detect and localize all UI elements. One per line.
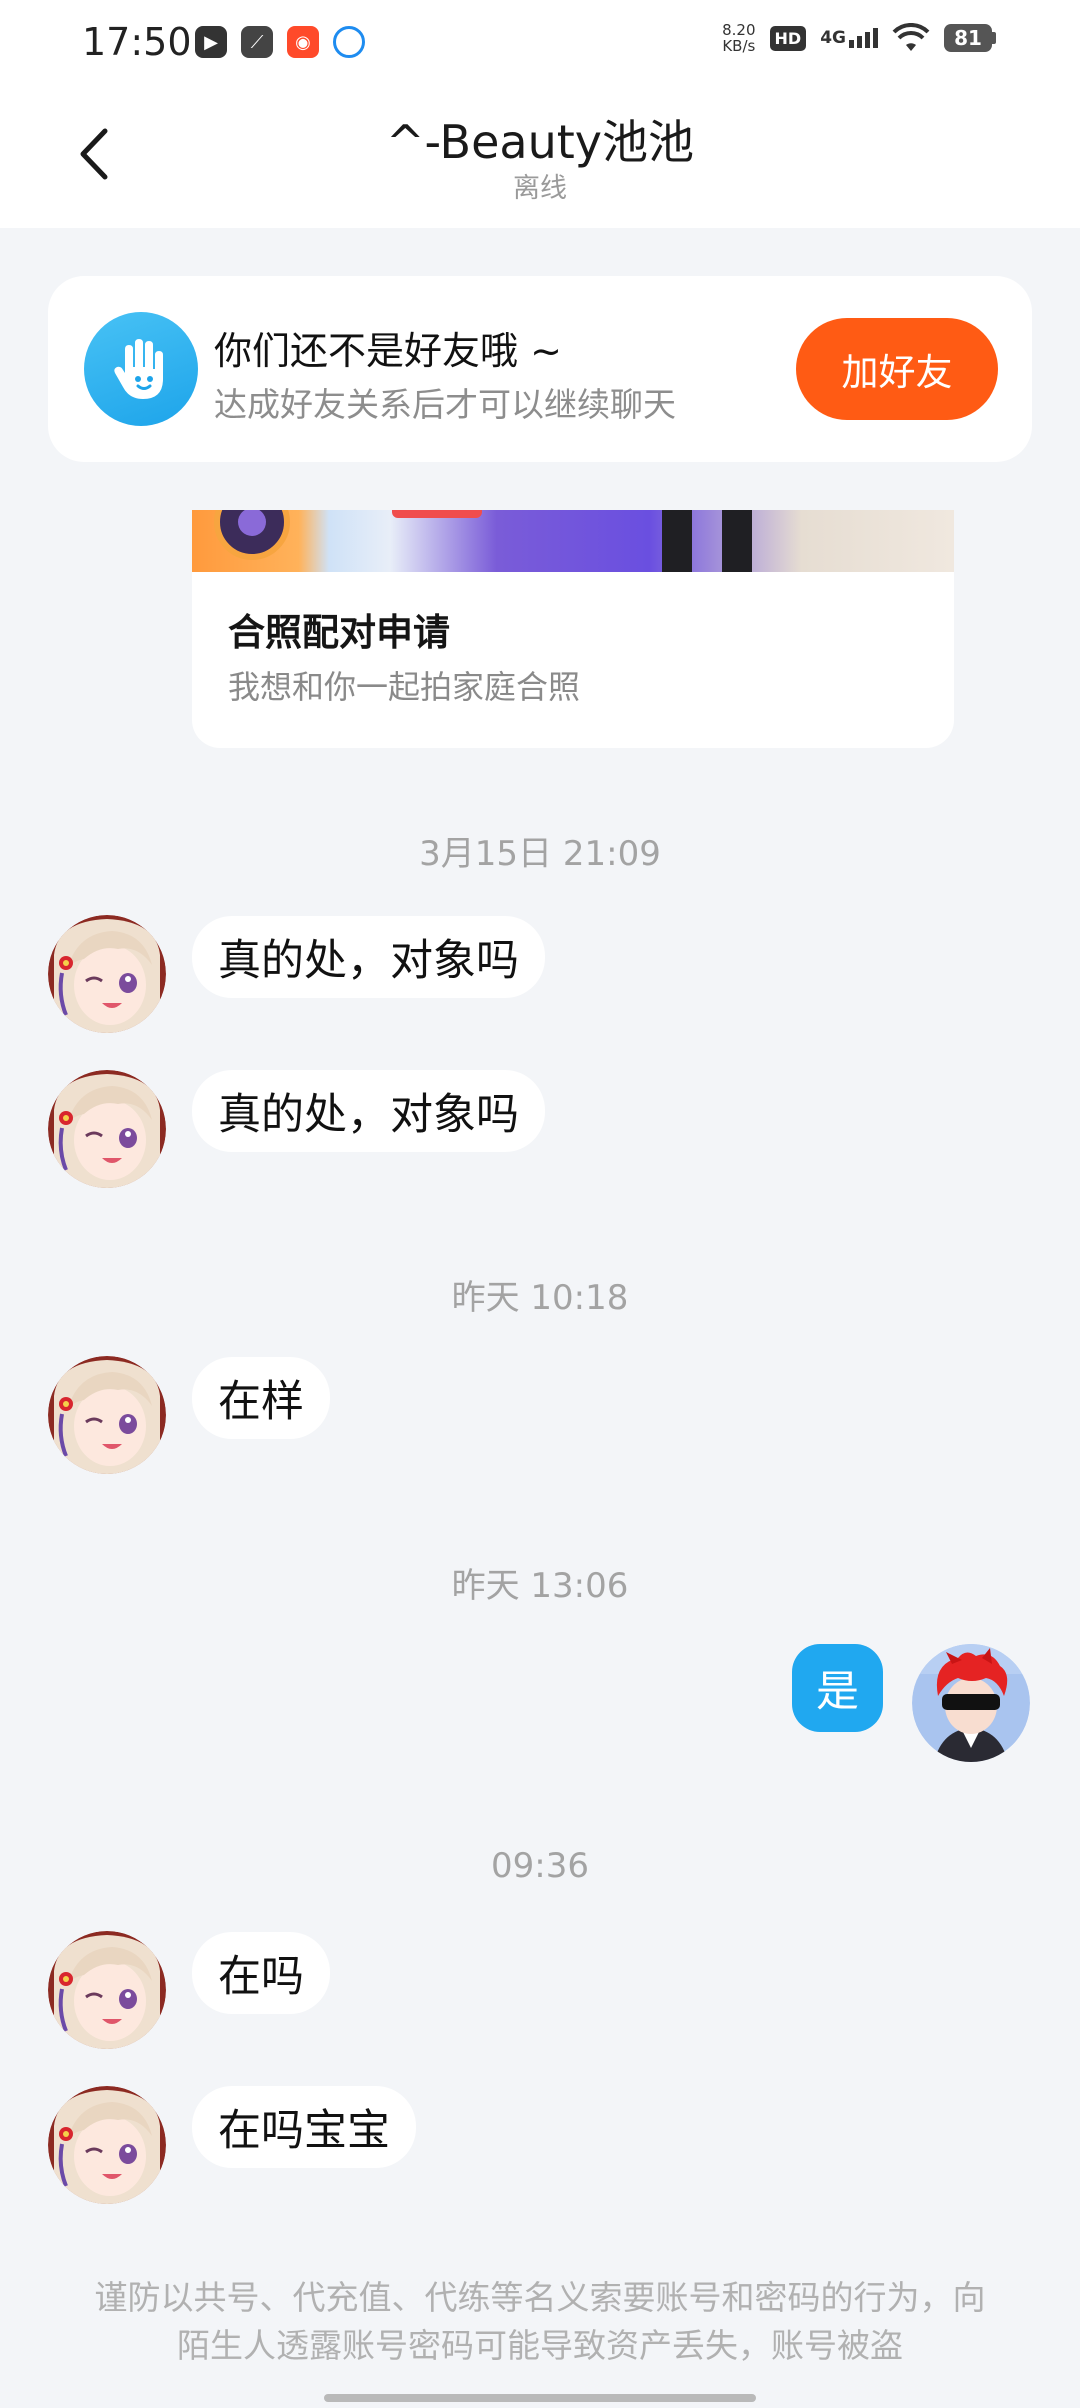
time-separator: 昨天 13:06	[451, 1566, 629, 1606]
hand-wave-icon	[84, 312, 198, 426]
network-speed: 8.20 KB/s	[722, 21, 756, 55]
message-bubble-incoming[interactable]: 真的处，对象吗	[192, 916, 545, 998]
contact-avatar[interactable]	[48, 1070, 166, 1188]
not-friends-banner: 你们还不是好友哦 ~ 达成好友关系后才可以继续聊天 加好友	[48, 276, 1032, 462]
browser-app-icon	[333, 26, 365, 58]
invite-banner-image	[192, 510, 954, 572]
wifi-icon	[892, 23, 930, 51]
not-friends-subtitle: 达成好友关系后才可以继续聊天	[214, 385, 676, 424]
signal-icon: 4G	[820, 28, 878, 48]
contact-avatar[interactable]	[48, 2086, 166, 2204]
contact-avatar[interactable]	[48, 915, 166, 1033]
anime-girl-avatar-icon	[48, 915, 166, 1033]
kuaishou-app-icon: ◉	[287, 26, 319, 58]
top-bar: 17:50 ▶ ⟋ ◉ 8.20 KB/s HD 4G 81 ^-Beauty池…	[0, 0, 1080, 228]
message-bubble-incoming[interactable]: 在样	[192, 1357, 330, 1439]
contact-avatar[interactable]	[48, 1356, 166, 1474]
anime-girl-avatar-icon	[48, 1356, 166, 1474]
battery-icon: 81	[944, 24, 996, 52]
group-photo-invite-card[interactable]: 合照配对申请 我想和你一起拍家庭合照	[192, 510, 954, 748]
time-separator: 3月15日 21:09	[419, 834, 661, 874]
my-avatar[interactable]	[912, 1644, 1030, 1762]
invite-subtitle: 我想和你一起拍家庭合照	[228, 668, 581, 706]
message-bubble-incoming[interactable]: 在吗宝宝	[192, 2086, 416, 2168]
notification-icons: ▶ ⟋ ◉	[195, 26, 365, 58]
status-time: 17:50	[82, 20, 192, 64]
contact-avatar[interactable]	[48, 1931, 166, 2049]
hd-icon: HD	[769, 25, 807, 51]
time-separator: 09:36	[491, 1846, 589, 1886]
video-app-icon: ▶	[195, 26, 227, 58]
chat-screen: 17:50 ▶ ⟋ ◉ 8.20 KB/s HD 4G 81 ^-Beauty池…	[0, 0, 1080, 2408]
security-warning: 谨防以共号、代充值、代练等名义索要账号和密码的行为，向陌生人透露账号密码可能导致…	[94, 2278, 986, 2365]
online-status: 离线	[513, 173, 567, 204]
red-hair-boy-avatar-icon	[912, 1644, 1030, 1762]
anime-girl-avatar-icon	[48, 1070, 166, 1188]
message-bubble-incoming[interactable]: 真的处，对象吗	[192, 1070, 545, 1152]
home-indicator[interactable]	[324, 2394, 756, 2402]
camera-icon	[214, 510, 290, 560]
anime-girl-avatar-icon	[48, 1931, 166, 2049]
not-friends-title: 你们还不是好友哦 ~	[214, 329, 562, 373]
anime-girl-avatar-icon	[48, 2086, 166, 2204]
time-separator: 昨天 10:18	[451, 1278, 629, 1318]
status-right: 8.20 KB/s HD 4G 81	[722, 22, 996, 54]
chat-title: ^-Beauty池池	[386, 115, 694, 169]
link-app-icon: ⟋	[241, 26, 273, 58]
message-bubble-incoming[interactable]: 在吗	[192, 1932, 330, 2014]
invite-title: 合照配对申请	[228, 611, 450, 654]
message-bubble-outgoing[interactable]: 是	[792, 1644, 883, 1732]
add-friend-button[interactable]: 加好友	[796, 318, 998, 420]
